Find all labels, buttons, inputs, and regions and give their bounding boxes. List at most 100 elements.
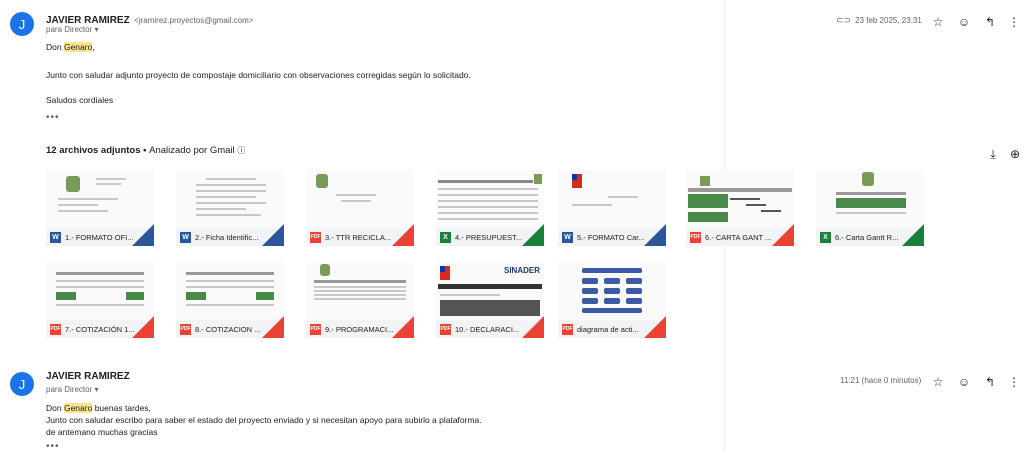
pdf-file-icon: PDF	[310, 231, 321, 243]
pdf-file-icon: PDF	[180, 323, 191, 335]
file-corner-fold	[132, 224, 154, 246]
star-icon[interactable]: ☆	[930, 374, 946, 390]
emoji-reaction-icon[interactable]: ☺	[956, 374, 972, 390]
sender-avatar[interactable]: J	[10, 372, 34, 396]
attachment-preview	[46, 262, 154, 320]
attachment-preview	[816, 170, 924, 228]
star-icon[interactable]: ☆	[930, 14, 946, 30]
greeting-line: Don Genaro,	[46, 42, 95, 52]
body-paragraph-2: de antemano muchas gracias	[46, 427, 158, 437]
logo-image	[862, 172, 874, 186]
attachment-card[interactable]: W 2.- Ficha Identific...	[176, 170, 284, 246]
attachment-name: 5.- FORMATO Car...	[577, 232, 645, 242]
more-options-icon[interactable]: ⋮	[1006, 14, 1022, 30]
table-block	[56, 292, 76, 300]
reply-icon[interactable]: ↰	[982, 374, 998, 390]
greeting-suffix: ,	[92, 42, 95, 52]
attachment-name: 10.- DECLARACI...	[455, 324, 520, 334]
sender-avatar[interactable]: J	[10, 12, 34, 36]
attachment-name: diagrama de acti...	[577, 324, 639, 334]
attachment-card[interactable]: PDF 9.- PROGRAMACI...	[306, 262, 414, 338]
sender-name[interactable]: JAVIER RAMIREZ	[46, 371, 130, 382]
word-file-icon: W	[50, 231, 61, 243]
attachment-card[interactable]: X 4.- PRESUPUEST...	[436, 170, 544, 246]
flag-logo	[440, 266, 450, 280]
file-corner-fold	[522, 316, 544, 338]
body-paragraph-1: Junto con saludar adjunto proyecto de co…	[46, 70, 471, 80]
diagram-box	[582, 268, 642, 273]
attachments-count: 12 archivos adjuntos	[46, 145, 141, 156]
diagram-box	[604, 298, 620, 304]
attachment-preview	[686, 170, 794, 228]
pdf-file-icon: PDF	[50, 323, 61, 335]
file-corner-fold	[522, 224, 544, 246]
scan-status: Analizado por Gmail	[149, 145, 235, 156]
file-corner-fold	[772, 224, 794, 246]
attachment-card[interactable]: PDF 7.- COTIZACIÓN 1...	[46, 262, 154, 338]
download-all-icon[interactable]: ⤓	[985, 146, 1001, 162]
attachment-name: 3.- TTR RECICLA...	[325, 232, 392, 242]
attachment-name: 2.- Ficha Identific...	[195, 232, 259, 242]
recipient-label: para Director	[46, 25, 93, 34]
gantt-block	[688, 212, 728, 222]
show-trimmed-content-button[interactable]: •••	[46, 441, 60, 452]
attachment-card[interactable]: PDF 3.- TTR RECICLA...	[306, 170, 414, 246]
excel-file-icon: X	[440, 231, 451, 243]
diagram-box	[582, 288, 598, 294]
form-block	[440, 300, 540, 316]
attachment-preview	[176, 170, 284, 228]
diagram-box	[582, 278, 598, 284]
attachment-card[interactable]: W 5.- FORMATO Car...	[558, 170, 666, 246]
header-band	[438, 284, 542, 289]
attachment-preview	[176, 262, 284, 320]
attachment-card[interactable]: X 6.- Carta Gantt R...	[816, 170, 924, 246]
diagram-box	[604, 288, 620, 294]
emoji-reaction-icon[interactable]: ☺	[956, 14, 972, 30]
attachment-preview	[558, 262, 666, 320]
more-options-icon[interactable]: ⋮	[1006, 374, 1022, 390]
file-corner-fold	[644, 316, 666, 338]
attachment-card[interactable]: SINADER PDF 10.- DECLARACI...	[436, 262, 544, 338]
add-to-drive-icon[interactable]: ⊕	[1007, 146, 1023, 162]
recipient-label: para Director	[46, 385, 93, 394]
attachment-preview	[436, 170, 544, 228]
table-block	[256, 292, 274, 300]
word-file-icon: W	[562, 231, 573, 243]
table-block	[126, 292, 144, 300]
recipient-dropdown[interactable]: para Director ▾	[46, 385, 99, 394]
attachment-card[interactable]: PDF 8.- COTIZACION ...	[176, 262, 284, 338]
attachment-card[interactable]: PDF diagrama de acti...	[558, 262, 666, 338]
pdf-file-icon: PDF	[690, 231, 701, 243]
diagram-box	[626, 298, 642, 304]
file-corner-fold	[644, 224, 666, 246]
attachment-card[interactable]: PDF 6.- CARTA GANT ...	[686, 170, 794, 246]
recipient-dropdown[interactable]: para Director ▾	[46, 25, 99, 34]
file-corner-fold	[392, 316, 414, 338]
body-paragraph-1: Junto con saludar escribo para saber el …	[46, 415, 482, 425]
info-icon[interactable]: ⓘ	[237, 146, 245, 155]
attachment-name: 7.- COTIZACIÓN 1...	[65, 324, 135, 334]
file-corner-fold	[902, 224, 924, 246]
table-block	[186, 292, 206, 300]
attachment-card[interactable]: W 1.- FORMATO OFI...	[46, 170, 154, 246]
reply-icon[interactable]: ↰	[982, 14, 998, 30]
attachment-clip-icon: ⊂⊃	[836, 15, 852, 25]
sinader-logo: SINADER	[504, 266, 541, 275]
show-trimmed-content-button[interactable]: •••	[46, 112, 60, 123]
greeting-name: Genaro	[63, 403, 93, 413]
greeting-line: Don Genaro buenas tardes,	[46, 403, 151, 413]
diagram-box	[626, 278, 642, 284]
greeting-prefix: Don	[46, 403, 64, 413]
attachments-header: 12 archivos adjuntos • Analizado por Gma…	[46, 145, 245, 156]
chevron-down-icon: ▾	[94, 385, 99, 394]
message-date: 23 feb 2025, 23:31	[855, 16, 922, 25]
file-corner-fold	[262, 316, 284, 338]
flag-logo	[572, 174, 582, 188]
logo-image	[700, 176, 710, 186]
attachment-preview	[306, 262, 414, 320]
attachment-preview	[558, 170, 666, 228]
attachment-preview	[46, 170, 154, 228]
diagram-box	[626, 288, 642, 294]
pdf-file-icon: PDF	[310, 323, 321, 335]
file-corner-fold	[392, 224, 414, 246]
